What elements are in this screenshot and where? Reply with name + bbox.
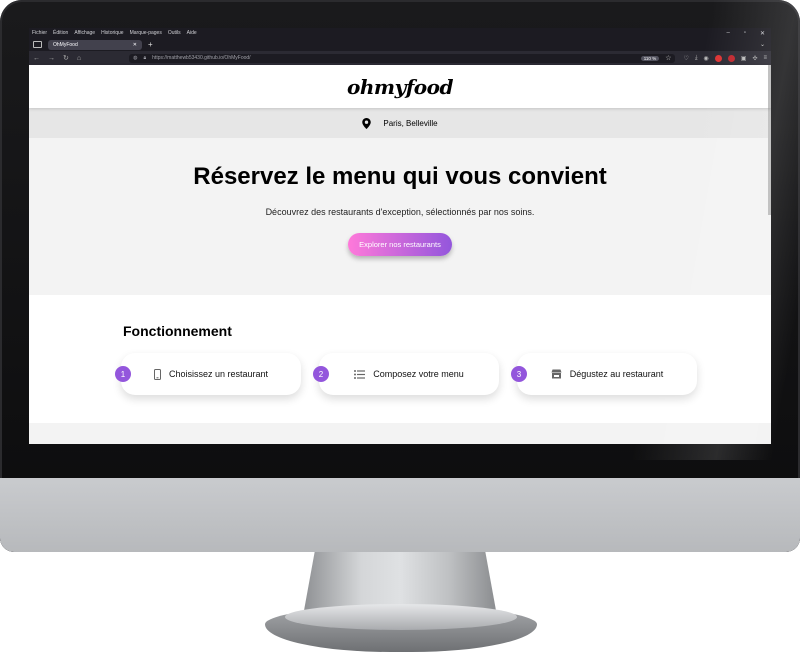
section-title: Fonctionnement	[123, 323, 232, 339]
zoom-level[interactable]: 110 %	[640, 55, 660, 61]
location-bar: Paris, Belleville	[29, 108, 771, 138]
step-number: 2	[313, 366, 329, 382]
screen: Fichier Édition Affichage Historique Mar…	[29, 28, 771, 444]
profile-icon[interactable]: ◉	[704, 55, 709, 62]
menu-affichage[interactable]: Affichage	[74, 30, 95, 36]
menu-fichier[interactable]: Fichier	[32, 30, 47, 36]
menu-outils[interactable]: Outils	[168, 30, 181, 36]
pocket-icon[interactable]: ♡	[683, 55, 688, 62]
tab-bar: OhMyFood ✕ + ⌄	[29, 38, 771, 51]
menu-aide[interactable]: Aide	[187, 30, 197, 36]
step-label: Choisissez un restaurant	[168, 369, 269, 379]
list-icon	[354, 369, 366, 379]
monitor-frame: Fichier Édition Affichage Historique Mar…	[0, 0, 800, 552]
tab-close-icon[interactable]: ✕	[133, 42, 137, 48]
web-page: ohmyfood Paris, Belleville Réservez le m…	[29, 65, 771, 444]
mobile-phone-icon	[153, 368, 161, 380]
adblock-extension-icon[interactable]	[714, 54, 722, 62]
forward-icon[interactable]: →	[48, 55, 55, 62]
maximize-button[interactable]: ▫	[744, 30, 746, 37]
step-label: Composez votre menu	[373, 369, 464, 379]
steps-list: 1 Choisissez un restaurant 2 Composez vo…	[115, 353, 771, 395]
tab-ohmyfood[interactable]: OhMyFood ✕	[48, 39, 142, 50]
ublock-extension-icon[interactable]	[727, 54, 735, 62]
new-tab-button[interactable]: +	[148, 40, 153, 49]
menu-historique[interactable]: Historique	[101, 30, 124, 36]
step-number: 3	[511, 366, 527, 382]
chevron-down-icon[interactable]: ⌄	[760, 41, 765, 48]
site-logo[interactable]: ohmyfood	[347, 75, 453, 99]
hero-title: Réservez le menu qui vous convient	[193, 163, 607, 190]
menu-marque-pages[interactable]: Marque-pages	[130, 30, 162, 36]
nav-bar: ← → ↻ ⌂ ◍ 🔒︎ https://matthewb53430.githu…	[29, 51, 771, 65]
hero-section: Réservez le menu qui vous convient Décou…	[29, 138, 771, 295]
url-text[interactable]: https://matthewb53430.github.io/OhMyFood…	[152, 55, 250, 61]
monitor-stand-base-top	[285, 604, 517, 630]
reload-icon[interactable]: ↻	[63, 54, 69, 62]
home-icon[interactable]: ⌂	[77, 55, 81, 62]
lock-icon[interactable]: 🔒︎	[143, 55, 146, 61]
hamburger-menu-icon[interactable]: ≡	[763, 55, 767, 61]
tab-title: OhMyFood	[53, 41, 78, 48]
back-icon[interactable]: ←	[33, 55, 40, 62]
next-section-strip	[29, 423, 771, 444]
location-text: Paris, Belleville	[383, 118, 438, 128]
monitor-chin	[0, 478, 800, 552]
step-card-2: 2 Composez votre menu	[313, 353, 499, 395]
tab-list-icon[interactable]	[33, 41, 42, 48]
shield-icon[interactable]: ◍	[133, 55, 137, 61]
browser-menubar: Fichier Édition Affichage Historique Mar…	[29, 28, 771, 38]
step-label: Dégustez au restaurant	[569, 369, 664, 379]
site-header: ohmyfood	[29, 65, 771, 108]
extensions-bar: ♡ ⤓ ◉ ▣ ✣ ≡	[683, 54, 767, 62]
step-card-1: 1 Choisissez un restaurant	[115, 353, 301, 395]
extensions-puzzle-icon[interactable]: ✣	[752, 55, 757, 62]
map-pin-icon	[362, 117, 372, 129]
clipboard-icon[interactable]: ▣	[741, 55, 747, 62]
url-bar[interactable]: ◍ 🔒︎ https://matthewb53430.github.io/OhM…	[129, 53, 676, 63]
step-card-3: 3 Dégustez au restaurant	[511, 353, 697, 395]
how-it-works-section: Fonctionnement 1 Choisissez un restauran…	[29, 295, 771, 423]
minimize-button[interactable]: –	[726, 30, 729, 37]
download-icon[interactable]: ⤓	[695, 55, 698, 62]
explore-restaurants-button[interactable]: Explorer nos restaurants	[348, 233, 452, 256]
close-window-button[interactable]: ✕	[760, 30, 765, 37]
step-number: 1	[115, 366, 131, 382]
menu-edition[interactable]: Édition	[53, 30, 68, 36]
bookmark-star-icon[interactable]: ☆	[665, 54, 671, 62]
window-controls: – ▫ ✕	[726, 30, 771, 37]
store-icon	[551, 369, 562, 379]
hero-subtitle: Découvrez des restaurants d'exception, s…	[265, 207, 535, 217]
